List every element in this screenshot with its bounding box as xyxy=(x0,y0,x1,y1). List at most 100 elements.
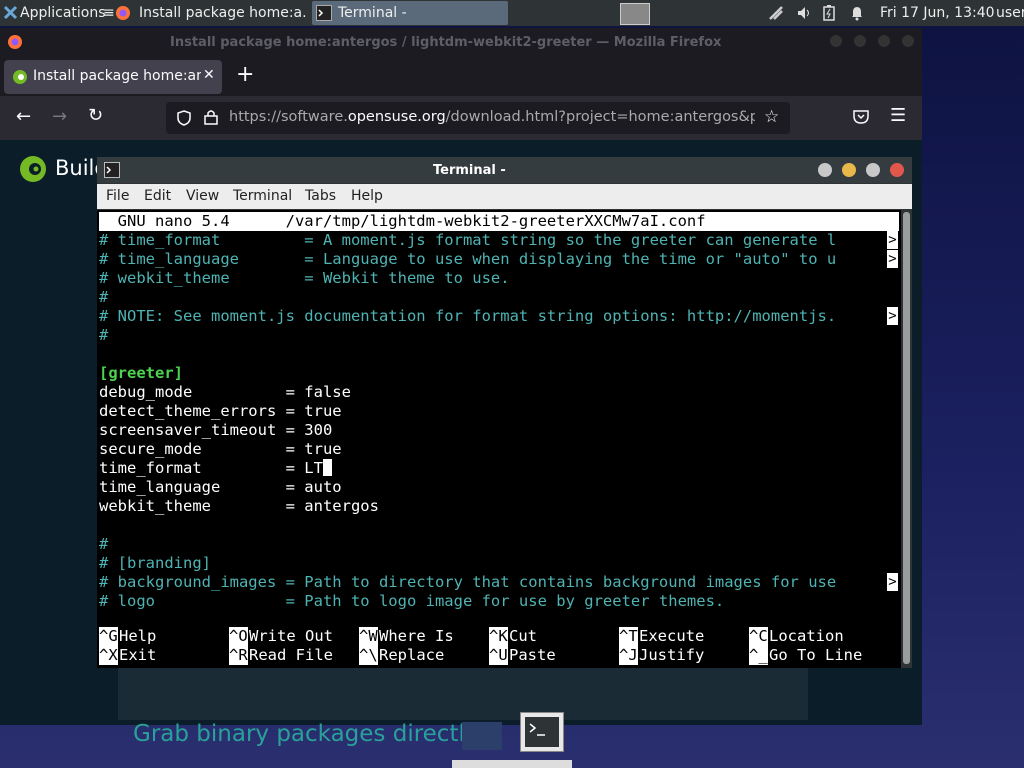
shortcut-key: ^K xyxy=(489,627,508,646)
back-icon[interactable]: ← xyxy=(16,106,31,127)
terminal-titlebar[interactable]: Terminal - xyxy=(97,157,912,183)
config-line: debug_mode = false xyxy=(99,383,351,401)
shortcut-label: Paste xyxy=(509,646,556,664)
menu-terminal[interactable]: Terminal xyxy=(233,188,292,204)
minimize-button[interactable] xyxy=(842,163,856,177)
opensuse-icon xyxy=(13,70,27,84)
firefox-tab-strip: Install package home:ant ✕ + xyxy=(0,56,922,96)
firefox-titlebar[interactable]: Install package home:antergos / lightdm-… xyxy=(0,28,922,56)
url-text: https://software.opensuse.org/download.h… xyxy=(229,109,755,125)
menu-tabs[interactable]: Tabs xyxy=(305,188,336,204)
notification-bell-icon[interactable] xyxy=(849,5,865,21)
terminal-icon xyxy=(525,717,559,747)
config-comment-line: # background_images = Path to directory … xyxy=(99,573,837,591)
url-domain: opensuse.org xyxy=(347,109,446,125)
taskbar-item-firefox[interactable]: Install package home:a... xyxy=(111,1,308,25)
menu-view[interactable]: View xyxy=(186,188,219,204)
workspace-switcher[interactable] xyxy=(620,3,650,25)
reload-icon[interactable]: ↻ xyxy=(88,105,103,126)
config-line: time_format = LT xyxy=(99,459,332,478)
bookmark-star-icon[interactable]: ☆ xyxy=(764,107,779,127)
config-comment-line: # xyxy=(99,535,109,553)
window-up-button[interactable] xyxy=(818,163,832,177)
maximize-button[interactable] xyxy=(866,163,880,177)
shortcut-label: Go To Line xyxy=(769,646,863,664)
shortcut-label: Where Is xyxy=(379,627,454,645)
user-menu[interactable]: user xyxy=(996,0,1024,26)
config-comment-line: # [branding] xyxy=(99,554,211,572)
shortcut-label: Cut xyxy=(509,627,537,645)
shortcut-label: Location xyxy=(769,627,844,645)
window-button[interactable] xyxy=(878,35,890,47)
nano-header: GNU nano 5.4 /var/tmp/lightdm-webkit2-gr… xyxy=(99,212,899,231)
config-comment-line: # logo = Path to logo image for use by g… xyxy=(99,592,725,610)
shortcut-label: Help xyxy=(119,627,157,645)
dock-label xyxy=(452,760,572,768)
firefox-icon xyxy=(8,35,22,49)
taskbar-item-terminal[interactable]: Terminal - xyxy=(312,1,508,25)
terminal-scrollbar[interactable] xyxy=(901,210,912,668)
config-line: time_language = auto xyxy=(99,478,342,496)
menu-edit[interactable]: Edit xyxy=(144,188,171,204)
window-button[interactable] xyxy=(830,35,842,47)
shortcut-key: ^W xyxy=(359,627,378,646)
config-comment-line: # xyxy=(99,326,109,344)
shortcut-label: Exit xyxy=(119,646,157,664)
shortcut-label: Read File xyxy=(249,646,333,664)
shield-icon[interactable] xyxy=(176,110,192,126)
menu-help[interactable]: Help xyxy=(351,188,383,204)
shortcut-label: Replace xyxy=(379,646,445,664)
terminal-screen[interactable]: GNU nano 5.4 /var/tmp/lightdm-webkit2-gr… xyxy=(97,210,901,668)
shortcut-label: Write Out xyxy=(249,627,333,645)
url-bar[interactable]: https://software.opensuse.org/download.h… xyxy=(166,102,790,134)
scrollbar-thumb[interactable] xyxy=(903,212,910,664)
dock-terminal-launcher[interactable] xyxy=(520,712,564,752)
network-icon[interactable] xyxy=(768,5,784,21)
config-comment-line: # time_format = A moment.js format strin… xyxy=(99,231,837,249)
page-heading: Grab binary packages directly xyxy=(133,721,479,747)
text-cursor xyxy=(322,459,332,476)
config-line: screensaver_timeout = 300 xyxy=(99,421,333,439)
terminal-icon xyxy=(316,5,332,21)
taskbar-item-label: Install package home:a... xyxy=(139,5,308,21)
config-line: webkit_theme = antergos xyxy=(99,497,379,515)
shortcut-key: ^_ xyxy=(749,646,768,665)
hamburger-menu-icon[interactable]: ☰ xyxy=(890,105,906,126)
terminal-menubar: File Edit View Terminal Tabs Help xyxy=(97,184,912,209)
forward-icon[interactable]: → xyxy=(52,106,67,127)
window-button[interactable] xyxy=(902,35,914,47)
line-overflow-marker: > xyxy=(887,250,898,268)
volume-icon[interactable] xyxy=(796,5,812,21)
line-overflow-marker: > xyxy=(887,573,898,591)
shortcut-key: ^T xyxy=(619,627,638,646)
close-icon[interactable]: ✕ xyxy=(203,67,215,83)
line-overflow-marker: > xyxy=(887,307,898,325)
taskbar-item-label: Terminal - xyxy=(338,5,407,21)
shortcut-key: ^U xyxy=(489,646,508,665)
new-tab-icon[interactable]: + xyxy=(236,62,254,87)
shortcut-key: ^O xyxy=(229,627,248,646)
lock-icon[interactable] xyxy=(204,109,218,125)
applications-label: Applications xyxy=(20,5,106,21)
close-button[interactable] xyxy=(890,163,904,177)
shortcut-label: Justify xyxy=(639,646,705,664)
firefox-navbar: ← → ↻ https://software.opensuse.org/down… xyxy=(0,96,922,140)
shortcut-key: ^X xyxy=(99,646,118,665)
config-comment-line: # time_language = Language to use when d… xyxy=(99,250,837,268)
shortcut-key: ^J xyxy=(619,646,638,665)
url-rest: /download.html?project=home:antergos&pac xyxy=(445,109,755,125)
browser-tab[interactable]: Install package home:ant ✕ xyxy=(4,60,222,94)
shortcut-key: ^R xyxy=(229,646,248,665)
firefox-window-title: Install package home:antergos / lightdm-… xyxy=(170,35,722,50)
pocket-icon[interactable] xyxy=(853,110,869,124)
window-button[interactable] xyxy=(854,35,866,47)
opensuse-logo-icon xyxy=(20,156,46,182)
dock-item[interactable] xyxy=(462,722,502,750)
top-panel: Applications ≡ Install package home:a...… xyxy=(0,0,1024,26)
page-content-box xyxy=(118,660,808,720)
terminal-window: Terminal - File Edit View Terminal Tabs … xyxy=(97,157,912,668)
menu-file[interactable]: File xyxy=(106,188,129,204)
tab-label: Install package home:ant xyxy=(33,68,201,84)
battery-icon[interactable] xyxy=(823,5,835,21)
clock[interactable]: Fri 17 Jun, 13:40 xyxy=(880,0,995,26)
